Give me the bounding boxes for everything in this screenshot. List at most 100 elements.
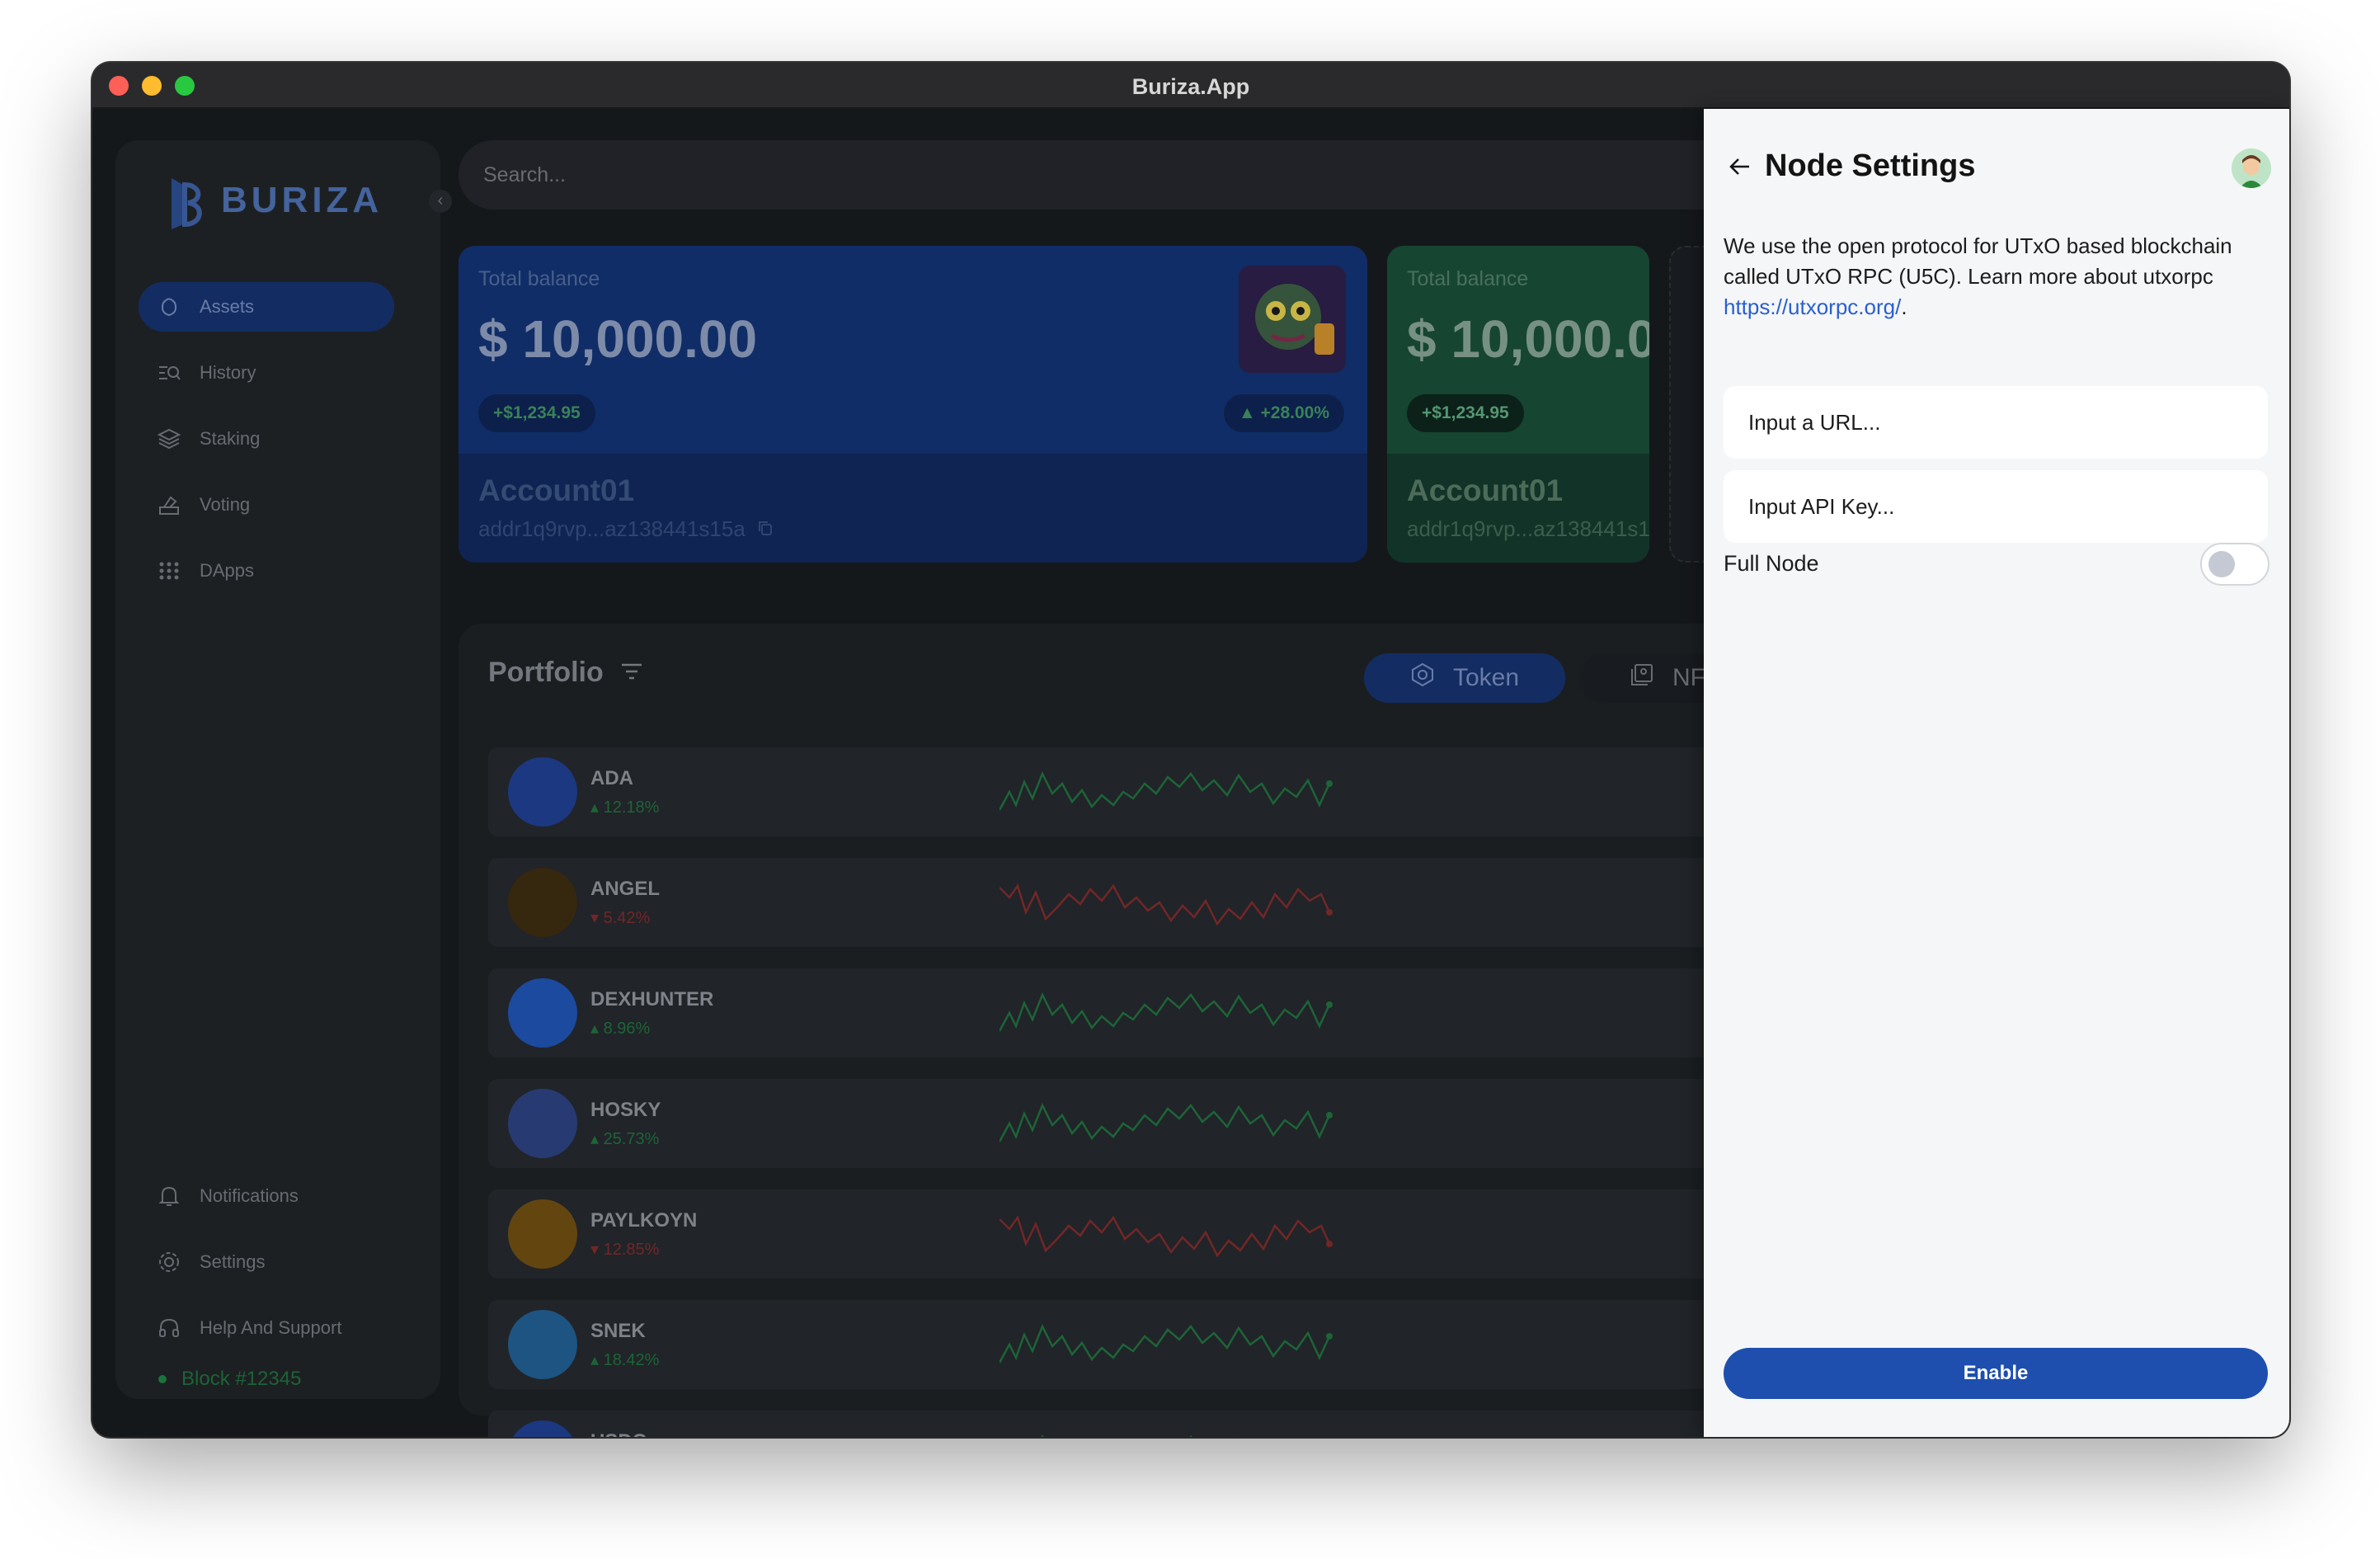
token-sparkline: [1000, 991, 1333, 1032]
sparkline-line: [1000, 1215, 1331, 1258]
balance-change-badge: +$1,234.95: [478, 394, 595, 432]
logo-text: BURIZA: [221, 180, 383, 220]
status-dot-icon: [158, 1375, 167, 1383]
title-bar: Buriza.App: [92, 63, 2289, 109]
balance-label: Total balance: [1407, 267, 1529, 290]
sparkline-line: [1000, 991, 1331, 1032]
sparkline-line: [1000, 770, 1331, 811]
description-text: We use the open protocol for UTxO based …: [1724, 233, 2232, 289]
back-button[interactable]: [1724, 150, 1757, 183]
balance-percent-badge: ▲ +28.00%: [1223, 394, 1344, 432]
token-name: SNEK: [590, 1320, 646, 1342]
sparkline-end-dot: [1326, 1112, 1333, 1119]
user-avatar[interactable]: [2232, 148, 2271, 188]
nft-icon: [1630, 662, 1654, 694]
balance-label: Total balance: [478, 267, 600, 290]
token-change: ▾ 5.42%: [590, 909, 651, 927]
token-row[interactable]: PAYLKOYN▾ 12.85%7≈ $0.: [488, 1189, 1808, 1279]
token-name: PAYLKOYN: [590, 1209, 698, 1232]
search-placeholder: Search...: [483, 162, 567, 186]
node-settings-drawer: Node Settings We use the open protocol f…: [1704, 109, 2289, 1437]
sidebar-item-label: Assets: [200, 296, 255, 317]
token-change: ▴ 12.18%: [590, 798, 660, 817]
token-logo-icon: [508, 757, 577, 827]
sidebar-item-settings[interactable]: Settings: [139, 1237, 394, 1287]
token-logo-icon: [508, 1310, 577, 1379]
account-name: Account01: [478, 473, 635, 507]
block-status-text: Block #12345: [181, 1368, 302, 1390]
sidebar-item-dapps[interactable]: DApps: [139, 546, 394, 596]
sparkline-end-dot: [1326, 909, 1333, 916]
token-row[interactable]: ANGEL▾ 5.42%25≈ $: [488, 858, 1808, 947]
url-input[interactable]: [1724, 386, 2268, 459]
tab-label: Token: [1452, 664, 1520, 691]
token-row[interactable]: HOSKY▴ 25.73%15≈ $0.0: [488, 1079, 1808, 1168]
token-name: DEXHUNTER: [590, 988, 714, 1010]
balance-change-badge: +$1,234.95: [1407, 394, 1524, 432]
balance-card-2[interactable]: Total balance $ 10,000.00 +$1,234.95 Acc…: [1387, 246, 1649, 563]
search-input[interactable]: Search...: [459, 140, 1811, 210]
description-end: .: [1901, 294, 1907, 319]
token-logo-icon: [508, 1420, 577, 1437]
token-row[interactable]: SNEK▴ 18.42%320≈ $0.0: [488, 1300, 1808, 1389]
tab-token[interactable]: Token: [1364, 653, 1565, 703]
account-name: Account01: [1407, 473, 1564, 507]
balance-amount: $ 10,000.00: [478, 309, 758, 369]
token-logo-icon: [508, 978, 577, 1048]
gear-icon: [157, 1250, 181, 1274]
token-row[interactable]: DEXHUNTER▴ 8.96%189≈ $0.: [488, 968, 1808, 1057]
account-address: addr1q9rvp...az138441s15a: [1407, 516, 1649, 541]
vote-icon: [157, 492, 181, 517]
token-name: ANGEL: [590, 878, 660, 900]
full-node-label: Full Node: [1724, 551, 1819, 576]
layers-icon: [157, 426, 181, 451]
collapse-sidebar-button[interactable]: ‹: [429, 190, 452, 213]
toggle-knob: [2208, 551, 2235, 577]
sidebar-item-staking[interactable]: Staking: [139, 414, 394, 464]
bell-icon: [157, 1184, 181, 1208]
token-name: ADA: [590, 767, 633, 789]
token-row[interactable]: USDC: [488, 1411, 1808, 1437]
token-sparkline: [1041, 1434, 1239, 1437]
sidebar-item-notifications[interactable]: Notifications: [139, 1171, 394, 1221]
sidebar-item-history[interactable]: History: [139, 348, 394, 398]
token-sparkline: [1000, 1323, 1333, 1364]
drawer-title: Node Settings: [1765, 148, 1976, 183]
token-change: ▴ 25.73%: [590, 1130, 660, 1148]
api-key-input[interactable]: [1724, 470, 2268, 543]
sidebar-item-label: Help And Support: [200, 1317, 342, 1338]
sidebar-item-voting[interactable]: Voting: [139, 480, 394, 530]
token-row[interactable]: ADA▴ 12.18%530≈ $0.: [488, 747, 1808, 836]
sidebar-item-assets[interactable]: Assets: [139, 282, 394, 332]
balance-card-header: Total balance $ 10,000.00 +$1,234.95 ▲ +…: [459, 246, 1367, 454]
arrow-left-icon: [1729, 158, 1749, 175]
account-avatar: [1239, 266, 1346, 373]
token-change: ▾ 12.85%: [590, 1241, 660, 1259]
copy-icon[interactable]: [757, 516, 774, 542]
grid-icon: [157, 558, 181, 583]
headset-icon: [157, 1316, 181, 1340]
portfolio-title-text: Portfolio: [488, 657, 604, 688]
sparkline-line: [1000, 1323, 1331, 1364]
app-content: BURIZA ‹ Assets History Staking Voting D…: [92, 109, 2289, 1437]
token-logo-icon: [508, 1089, 577, 1158]
token-sparkline: [1000, 1102, 1333, 1142]
filter-icon[interactable]: [620, 657, 643, 689]
enable-button[interactable]: Enable: [1724, 1348, 2268, 1399]
app-window: Buriza.App BURIZA ‹ Assets History Staki…: [92, 63, 2289, 1437]
balance-card[interactable]: Total balance $ 10,000.00 +$1,234.95 ▲ +…: [459, 246, 1367, 563]
full-node-toggle[interactable]: [2200, 543, 2269, 586]
balance-percent-text: +28.00%: [1260, 403, 1330, 422]
token-icon: [1410, 662, 1435, 694]
sidebar-item-label: Voting: [200, 494, 251, 515]
drawer-description: We use the open protocol for UTxO based …: [1724, 231, 2251, 323]
block-status: Block #12345: [158, 1368, 301, 1391]
portfolio-title: Portfolio: [488, 657, 643, 689]
portfolio-panel: Portfolio Token NFT ADA▴ 12.18%530≈ $0.A…: [459, 624, 1860, 1437]
sidebar-item-help[interactable]: Help And Support: [139, 1303, 394, 1353]
balance-card-footer: Account01 addr1q9rvp...az138441s15a: [459, 454, 1367, 563]
balance-card-footer: Account01 addr1q9rvp...az138441s15a: [1387, 454, 1649, 563]
token-name: HOSKY: [590, 1099, 661, 1121]
utxorpc-link[interactable]: https://utxorpc.org/: [1724, 294, 1901, 319]
sparkline-end-dot: [1326, 1241, 1333, 1247]
